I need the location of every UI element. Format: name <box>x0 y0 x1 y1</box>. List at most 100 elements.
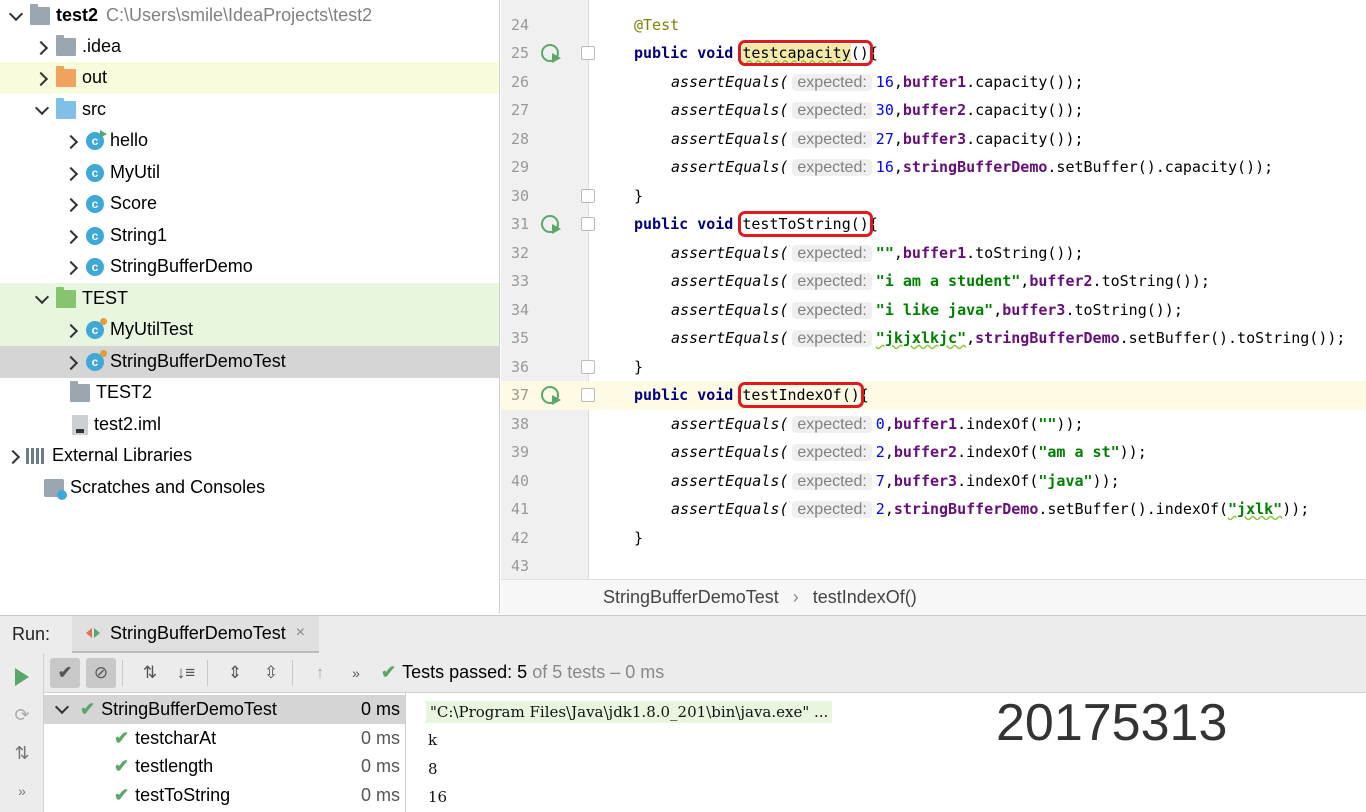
code-line[interactable]: 38 assertEquals(expected: 0,buffer1.index… <box>501 410 1366 439</box>
console-command-line[interactable]: "C:\Program Files\Java\jdk1.8.0_201\bin\… <box>426 701 833 723</box>
line-number: 30 <box>510 187 529 206</box>
code-line[interactable]: 34 assertEquals(expected: "i like java",b… <box>501 296 1366 325</box>
tree-item-scratches[interactable]: Scratches and Consoles <box>0 472 499 504</box>
collapse-all-button[interactable]: ⇳ <box>256 658 286 688</box>
class-icon: c <box>86 129 107 150</box>
fold-icon[interactable] <box>581 388 595 403</box>
code-line-current[interactable]: 37 public void testIndexOf(){ <box>501 381 1366 410</box>
line-number: 31 <box>510 215 529 234</box>
tree-item-hello[interactable]: c hello <box>0 125 499 157</box>
run-tab[interactable]: StringBufferDemoTest × <box>72 615 320 654</box>
code-line[interactable]: 30 } <box>501 182 1366 211</box>
fold-icon[interactable] <box>581 189 595 204</box>
tree-item-test-folder[interactable]: TEST <box>0 283 499 315</box>
class-icon: c <box>86 194 104 213</box>
code-line[interactable]: 31 public void testToString(){ <box>501 210 1366 239</box>
tree-item-label: .idea <box>82 36 122 57</box>
chevron-right-icon[interactable] <box>64 323 78 337</box>
sort-duration-button[interactable]: ↓≡ <box>171 658 201 688</box>
chevron-right-icon[interactable] <box>64 134 78 148</box>
tree-item-myutil[interactable]: c MyUtil <box>0 157 499 189</box>
param-hint: expected: <box>792 500 872 518</box>
code-line[interactable]: 26 assertEquals(expected: 16,buffer1.capa… <box>501 68 1366 97</box>
test-suite-row[interactable]: ✔ StringBufferDemoTest 0 ms <box>44 695 405 724</box>
code-line[interactable]: 40 assertEquals(expected: 7,buffer3.index… <box>501 467 1366 496</box>
check-icon: ✔ <box>114 784 130 805</box>
tree-item-test2[interactable]: test2 C:\Users\smile\IdeaProjects\test2 <box>0 0 499 32</box>
more-icon[interactable]: » <box>341 658 371 688</box>
class-icon: c <box>86 226 104 245</box>
chevron-down-icon[interactable] <box>34 292 48 306</box>
tree-item-myutiltest[interactable]: c MyUtilTest <box>0 314 499 346</box>
test-row[interactable]: ✔ testToString 0 ms <box>44 781 405 810</box>
tree-item-external-libraries[interactable]: External Libraries <box>0 440 499 472</box>
code-line[interactable]: 43 <box>501 552 1366 579</box>
code-line[interactable]: 41 assertEquals(expected: 2,stringBufferD… <box>501 495 1366 524</box>
sort-alpha-button[interactable]: ⇅ <box>135 658 165 688</box>
chevron-right-icon[interactable] <box>64 197 78 211</box>
expand-all-button[interactable]: ⇕ <box>220 658 250 688</box>
tree-item-idea[interactable]: .idea <box>0 31 499 63</box>
test-row[interactable]: ✔ testcharAt 0 ms <box>44 724 405 753</box>
tree-item-stringbufferdemo[interactable]: c StringBufferDemo <box>0 251 499 283</box>
code-line[interactable]: 25 public void testcapacity(){ <box>501 39 1366 68</box>
line-number: 37 <box>510 386 529 405</box>
test-status: ✔ Tests passed: 5 of 5 tests – 0 ms <box>381 662 664 683</box>
run-test-icon[interactable] <box>541 44 561 64</box>
tree-item-label: out <box>82 67 108 88</box>
class-icon: c <box>86 163 104 182</box>
code-line[interactable]: 35 assertEquals(expected: "jkjxlkjc",stri… <box>501 324 1366 353</box>
toggle-auto-test-button[interactable]: ⇅ <box>10 741 34 765</box>
rerun-failed-button[interactable]: ⟳ <box>10 703 34 727</box>
code-line[interactable]: 32 assertEquals(expected: "",buffer1.toSt… <box>501 239 1366 268</box>
tree-item-stringbufferdemotest[interactable]: c StringBufferDemoTest <box>0 346 499 378</box>
tree-item-label: test2 <box>56 5 99 26</box>
code-line[interactable]: 29 assertEquals(expected: 16,stringBuffer… <box>501 153 1366 182</box>
test-class-icon: c <box>86 317 107 339</box>
run-test-icon[interactable] <box>541 386 561 406</box>
chevron-down-icon[interactable] <box>54 702 68 716</box>
folder-icon <box>56 286 76 308</box>
param-hint: expected: <box>792 130 872 148</box>
chevron-right-icon[interactable] <box>34 71 48 85</box>
chevron-right-icon[interactable] <box>34 40 48 54</box>
chevron-right-icon[interactable] <box>64 166 78 180</box>
code-line[interactable]: 33 assertEquals(expected: "i am a student… <box>501 267 1366 296</box>
rerun-button[interactable] <box>10 665 34 689</box>
tree-item-src[interactable]: src <box>0 94 499 126</box>
breadcrumb-method[interactable]: testIndexOf() <box>813 587 917 608</box>
previous-failed-button[interactable]: ↑ <box>305 658 335 688</box>
test-row[interactable]: ✔ testlength 0 ms <box>44 752 405 781</box>
code-line[interactable]: 42 } <box>501 524 1366 553</box>
chevron-down-icon[interactable] <box>8 9 22 23</box>
tree-item-test2-folder[interactable]: TEST2 <box>0 377 499 409</box>
show-ignored-button[interactable]: ⊘ <box>86 657 116 688</box>
line-number: 25 <box>510 44 529 63</box>
code-line[interactable]: 39 assertEquals(expected: 2,buffer2.index… <box>501 438 1366 467</box>
chevron-right-icon[interactable] <box>64 260 78 274</box>
code-line[interactable]: 24 @Test <box>501 11 1366 40</box>
tree-item-string1[interactable]: c String1 <box>0 220 499 252</box>
chevron-down-icon[interactable] <box>34 103 48 117</box>
param-hint: expected: <box>792 158 872 176</box>
code-line[interactable]: 36 } <box>501 353 1366 382</box>
fold-icon[interactable] <box>581 46 595 61</box>
run-test-icon[interactable] <box>541 215 561 235</box>
console-output[interactable]: "C:\Program Files\Java\jdk1.8.0_201\bin\… <box>406 693 1366 812</box>
chevron-right-icon[interactable] <box>64 229 78 243</box>
tree-item-out[interactable]: out <box>0 62 499 94</box>
folder-icon <box>70 380 90 402</box>
code-line[interactable]: 27 assertEquals(expected: 30,buffer2.capa… <box>501 96 1366 125</box>
chevron-right-icon[interactable] <box>6 449 20 463</box>
code-editor[interactable]: 24 @Test 25 public void testcapacity(){ … <box>501 0 1366 579</box>
breadcrumb-class[interactable]: StringBufferDemoTest <box>603 587 779 608</box>
show-passed-button[interactable]: ✔ <box>50 657 80 688</box>
more-icon[interactable]: » <box>10 779 34 803</box>
close-icon[interactable]: × <box>296 624 305 642</box>
tree-item-score[interactable]: c Score <box>0 188 499 220</box>
code-line[interactable]: 28 assertEquals(expected: 27,buffer3.capa… <box>501 125 1366 154</box>
fold-icon[interactable] <box>581 360 595 375</box>
fold-icon[interactable] <box>581 217 595 232</box>
chevron-right-icon[interactable] <box>64 355 78 369</box>
tree-item-iml[interactable]: test2.iml <box>0 409 499 441</box>
